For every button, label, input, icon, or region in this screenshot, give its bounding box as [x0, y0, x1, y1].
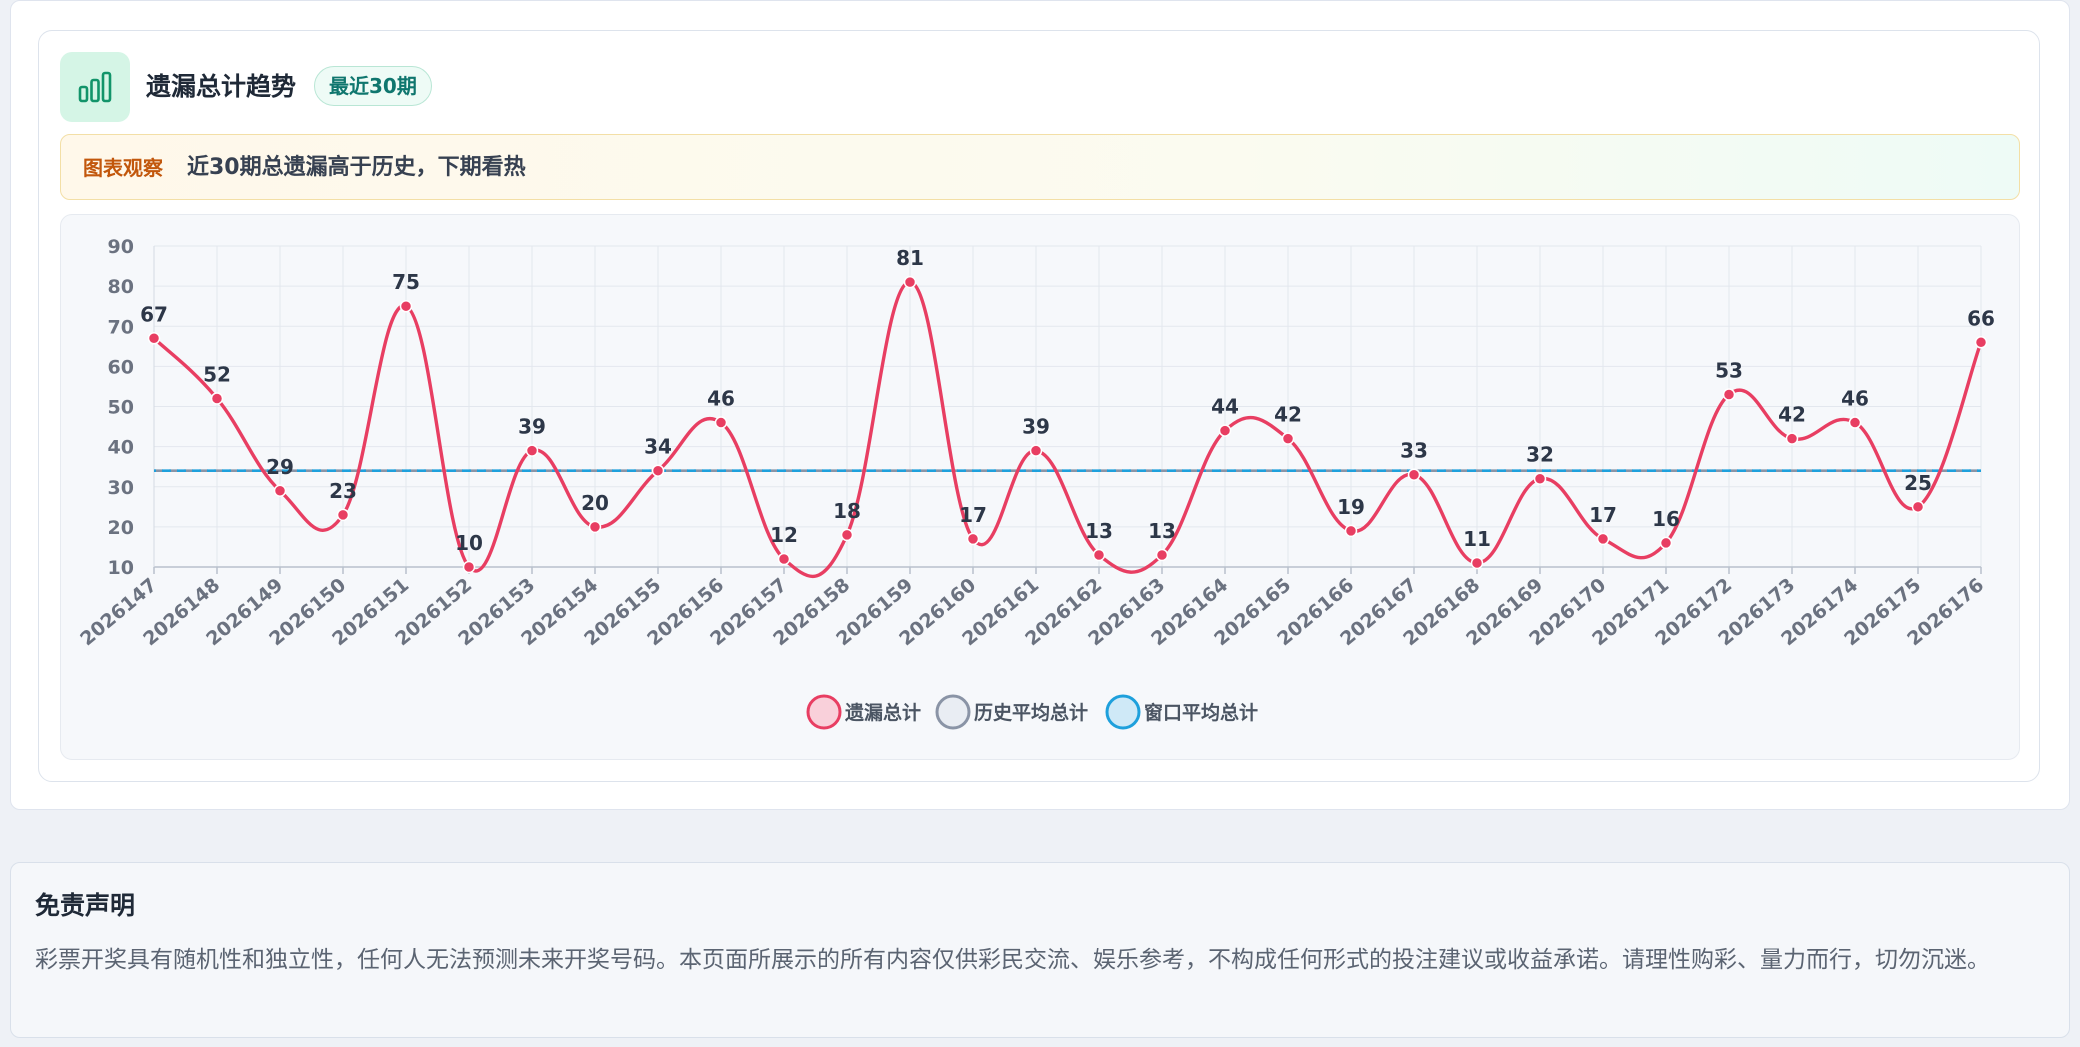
data-label: 16 [1652, 507, 1680, 531]
disclaimer-text: 彩票开奖具有随机性和独立性，任何人无法预测未来开奖号码。本页面所展示的所有内容仅… [35, 947, 1990, 973]
data-label: 39 [1022, 415, 1050, 439]
data-point [714, 416, 728, 429]
data-point [1281, 432, 1295, 445]
data-point [1533, 472, 1547, 485]
data-point [903, 275, 917, 289]
data-point [1407, 468, 1421, 481]
data-label: 29 [266, 455, 294, 479]
data-point [840, 528, 854, 542]
data-point [651, 464, 665, 477]
data-point [1659, 536, 1673, 550]
y-tick-label: 10 [108, 557, 134, 579]
y-tick-label: 80 [108, 276, 134, 298]
data-label: 53 [1715, 358, 1743, 382]
data-point [1785, 432, 1799, 445]
data-label: 13 [1085, 519, 1113, 543]
data-label: 10 [455, 531, 483, 555]
y-tick-label: 30 [108, 477, 134, 499]
data-label: 42 [1274, 403, 1302, 427]
data-label: 46 [1841, 387, 1869, 411]
data-point [273, 484, 287, 498]
legend-label: 遗漏总计 [844, 701, 921, 724]
data-label: 17 [959, 503, 987, 527]
data-label: 46 [707, 387, 735, 411]
data-label: 23 [329, 479, 357, 503]
data-label: 81 [896, 246, 924, 270]
data-label: 18 [833, 499, 861, 523]
data-point [1155, 548, 1169, 562]
y-tick-label: 60 [108, 356, 134, 378]
data-point [966, 532, 980, 546]
y-tick-label: 20 [108, 517, 134, 539]
data-label: 44 [1211, 395, 1239, 419]
legend-label: 窗口平均总计 [1144, 701, 1258, 724]
data-label: 11 [1463, 527, 1491, 551]
data-point [777, 552, 791, 566]
y-tick-label: 40 [108, 437, 134, 459]
data-point [588, 520, 602, 534]
data-point [1470, 556, 1484, 570]
data-label: 19 [1337, 495, 1365, 519]
data-point [147, 332, 161, 345]
data-point [1848, 416, 1862, 429]
data-point [1911, 500, 1925, 514]
data-label: 13 [1148, 519, 1176, 543]
legend-swatch [806, 694, 842, 730]
data-point [1029, 444, 1043, 457]
data-label: 20 [581, 491, 609, 515]
y-tick-label: 50 [108, 397, 134, 419]
data-point [1092, 548, 1106, 562]
legend-swatch [1105, 694, 1141, 730]
y-tick-label: 70 [108, 316, 134, 338]
legend-swatch [935, 694, 971, 730]
data-point [1974, 336, 1988, 349]
data-label: 32 [1526, 443, 1554, 467]
disclaimer-card: 免责声明 彩票开奖具有随机性和独立性，任何人无法预测未来开奖号码。本页面所展示的… [10, 862, 2070, 1038]
data-label: 66 [1967, 306, 1995, 330]
data-label: 52 [203, 362, 231, 386]
data-label: 25 [1904, 471, 1932, 495]
data-point [210, 392, 224, 405]
data-point [1596, 532, 1610, 546]
data-label: 34 [644, 435, 672, 459]
data-label: 67 [140, 302, 168, 326]
data-point [462, 560, 476, 574]
data-label: 75 [392, 270, 420, 294]
data-label: 12 [770, 523, 798, 547]
data-label: 42 [1778, 403, 1806, 427]
data-label: 17 [1589, 503, 1617, 527]
data-point [336, 508, 350, 522]
data-point [1722, 388, 1736, 401]
legend-label: 历史平均总计 [974, 701, 1088, 724]
data-point [1344, 524, 1358, 538]
data-point [525, 444, 539, 457]
data-label: 39 [518, 415, 546, 439]
disclaimer-title: 免责声明 [35, 891, 136, 920]
data-point [399, 299, 413, 313]
y-tick-label: 90 [108, 236, 134, 258]
data-label: 33 [1400, 439, 1428, 463]
data-point [1218, 424, 1232, 437]
